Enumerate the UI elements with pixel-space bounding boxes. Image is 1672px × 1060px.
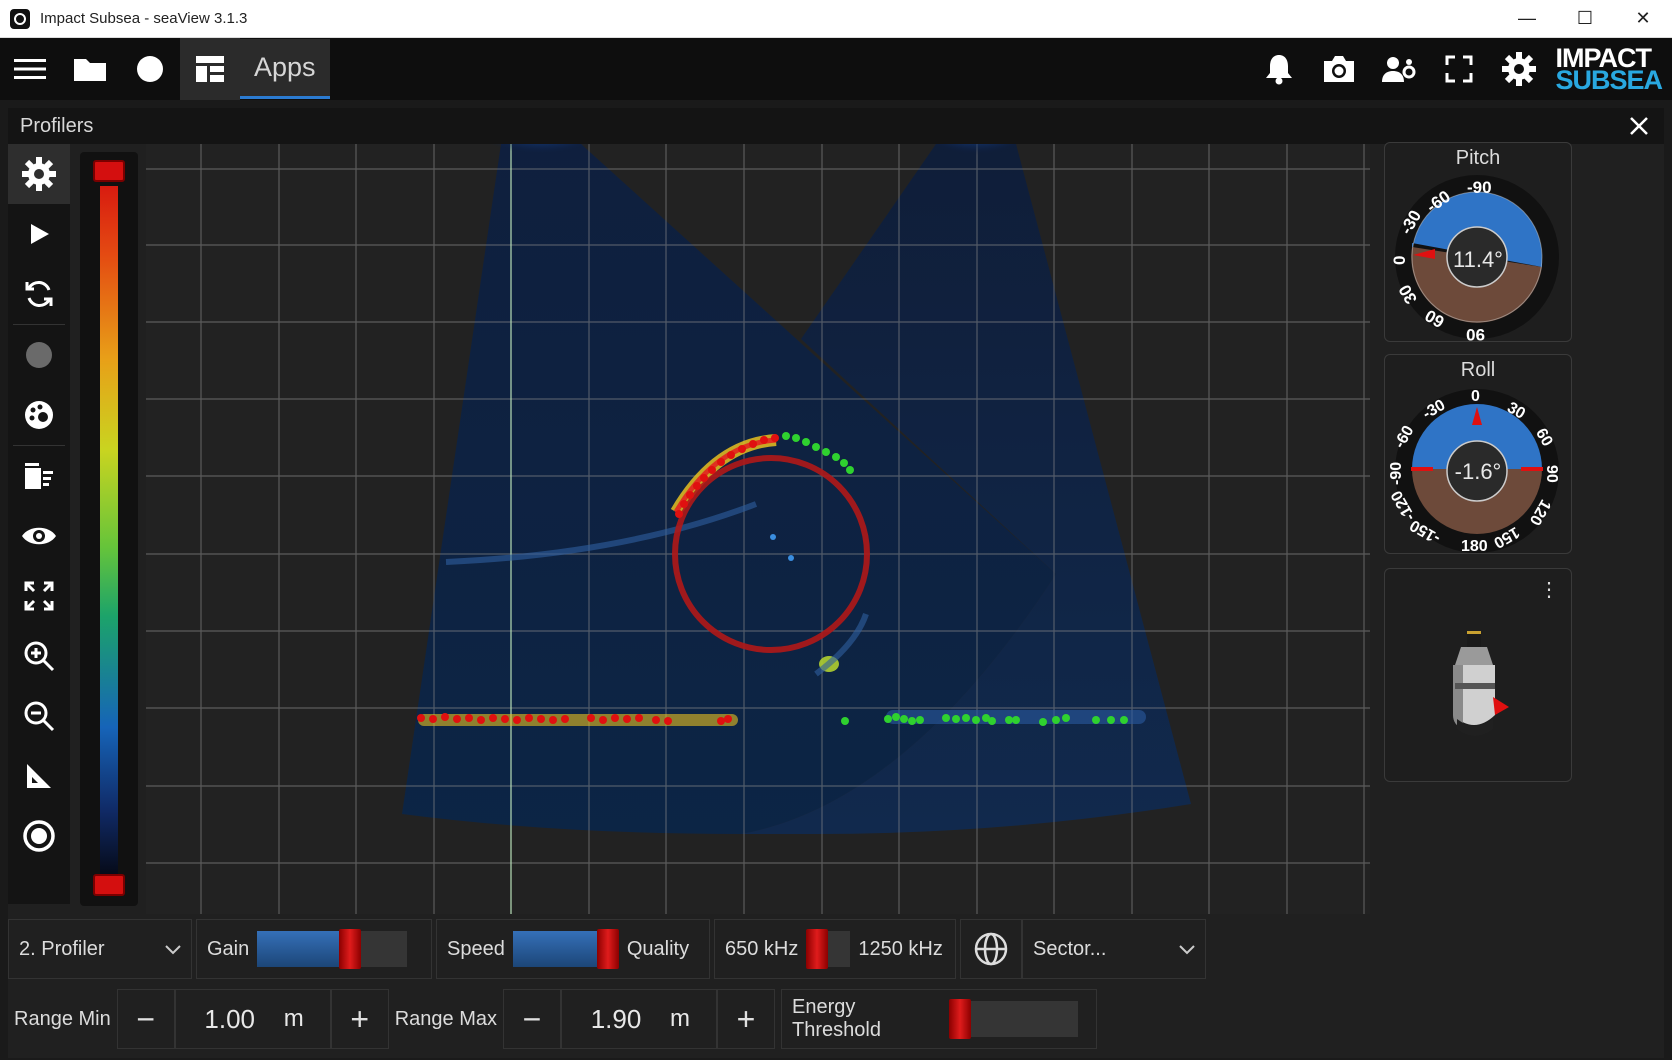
layout-icon[interactable] (180, 38, 240, 100)
speed-quality-slider[interactable] (512, 929, 619, 969)
hamburger-menu-icon[interactable] (0, 38, 60, 100)
controls-row-1: 2. Profiler Gain Speed Quality 650 kHz 1… (8, 918, 1210, 980)
freq-low-label: 650 kHz (725, 937, 799, 960)
profiler-select[interactable]: 2. Profiler (8, 919, 192, 979)
gain-control: Gain (196, 919, 432, 979)
pitch-value: 11.4° (1453, 247, 1503, 272)
measure-icon[interactable] (8, 746, 70, 806)
impact-subsea-logo: IMPACT SUBSEA (1555, 43, 1663, 95)
svg-text:-90: -90 (1467, 178, 1492, 197)
energy-threshold-control: Energy Threshold (781, 989, 1097, 1049)
expand-icon[interactable] (8, 566, 70, 626)
zoom-out-icon[interactable] (8, 686, 70, 746)
range-max-label: Range Max (394, 1007, 497, 1030)
apps-tab[interactable]: Apps (240, 39, 330, 99)
settings-icon[interactable] (8, 144, 70, 204)
palette-icon[interactable] (8, 385, 70, 445)
folder-icon[interactable] (60, 38, 120, 100)
camera-icon[interactable] (1309, 38, 1369, 100)
roll-gauge-card: Roll 0 30 60 90 120 150 180 -150 -120 -9… (1384, 354, 1572, 555)
gear-icon[interactable] (1489, 38, 1549, 100)
user-settings-icon[interactable] (1369, 38, 1429, 100)
profilers-panel: Profilers Pitch -90 -60 -30 0 30 60 90 1… (8, 108, 1664, 1058)
energy-threshold-label: Energy Threshold (792, 996, 881, 1041)
range-min-field[interactable]: 1.00 m (174, 989, 331, 1049)
range-max-field[interactable]: 1.90 m (561, 989, 717, 1049)
sonar-display[interactable] (146, 144, 1370, 914)
color-scale-bottom-handle[interactable] (93, 874, 125, 896)
zoom-in-icon[interactable] (8, 626, 70, 686)
minimize-button[interactable]: — (1498, 0, 1556, 38)
fullscreen-icon[interactable] (1429, 38, 1489, 100)
record-dot-icon[interactable] (8, 325, 70, 385)
speed-quality-control: Speed Quality (436, 919, 710, 979)
roll-value: -1.6° (1454, 459, 1502, 484)
window-title: Impact Subsea - seaView 3.1.3 (40, 10, 248, 27)
svg-text:180: 180 (1461, 538, 1488, 555)
panel-title: Profilers (20, 114, 94, 137)
maximize-button[interactable]: ☐ (1556, 0, 1614, 38)
title-bar: Impact Subsea - seaView 3.1.3 — ☐ ✕ (0, 0, 1672, 38)
eye-icon[interactable] (8, 506, 70, 566)
freq-high-label: 1250 kHz (858, 937, 943, 960)
color-gradient (100, 186, 118, 880)
main-toolbar: Apps IMPACT SUBSEA (0, 38, 1672, 100)
mode-select[interactable]: Sector... (1022, 919, 1206, 979)
frequency-control: 650 kHz 1250 kHz (714, 919, 956, 979)
speed-label: Speed (447, 937, 505, 960)
close-window-button[interactable]: ✕ (1614, 0, 1672, 38)
more-options-icon[interactable]: ⋮ (1539, 577, 1559, 602)
tool-sidebar (8, 144, 70, 904)
pitch-gauge-card: Pitch -90 -60 -30 0 30 60 90 11.4° (1384, 142, 1572, 343)
globe-mode-icon[interactable] (960, 919, 1022, 979)
clear-icon[interactable] (8, 446, 70, 506)
chevron-down-icon (165, 938, 181, 961)
roll-label: Roll (1460, 359, 1496, 381)
range-max-increase-button[interactable]: + (717, 989, 775, 1049)
sonar-canvas[interactable] (146, 144, 1370, 914)
close-panel-icon[interactable] (1626, 113, 1652, 139)
energy-threshold-slider[interactable] (949, 999, 1078, 1039)
svg-text:0: 0 (1471, 388, 1480, 405)
play-icon[interactable] (8, 204, 70, 264)
quality-label: Quality (626, 937, 690, 960)
frequency-slider[interactable] (806, 929, 851, 969)
gain-slider[interactable] (257, 929, 408, 969)
range-min-decrease-button[interactable]: − (116, 989, 175, 1049)
target-icon[interactable] (8, 806, 70, 866)
chevron-down-icon (1179, 938, 1195, 961)
refresh-icon[interactable] (8, 264, 70, 324)
controls-row-2: Range Min − 1.00 m + Range Max − 1.90 m … (8, 987, 1101, 1051)
panel-header: Profilers (8, 108, 1664, 144)
range-min-increase-button[interactable]: + (330, 989, 389, 1049)
range-min-label: Range Min (14, 1007, 111, 1030)
sensor-model-card: ⋮ (1384, 568, 1572, 782)
color-scale (80, 152, 138, 906)
gain-label: Gain (207, 937, 250, 960)
range-max-decrease-button[interactable]: − (503, 989, 561, 1049)
bell-icon[interactable] (1249, 38, 1309, 100)
pitch-label: Pitch (1455, 147, 1501, 169)
svg-text:90: 90 (1466, 325, 1485, 343)
app-icon (10, 8, 30, 29)
record-icon[interactable] (120, 38, 180, 100)
color-scale-top-handle[interactable] (93, 160, 125, 182)
